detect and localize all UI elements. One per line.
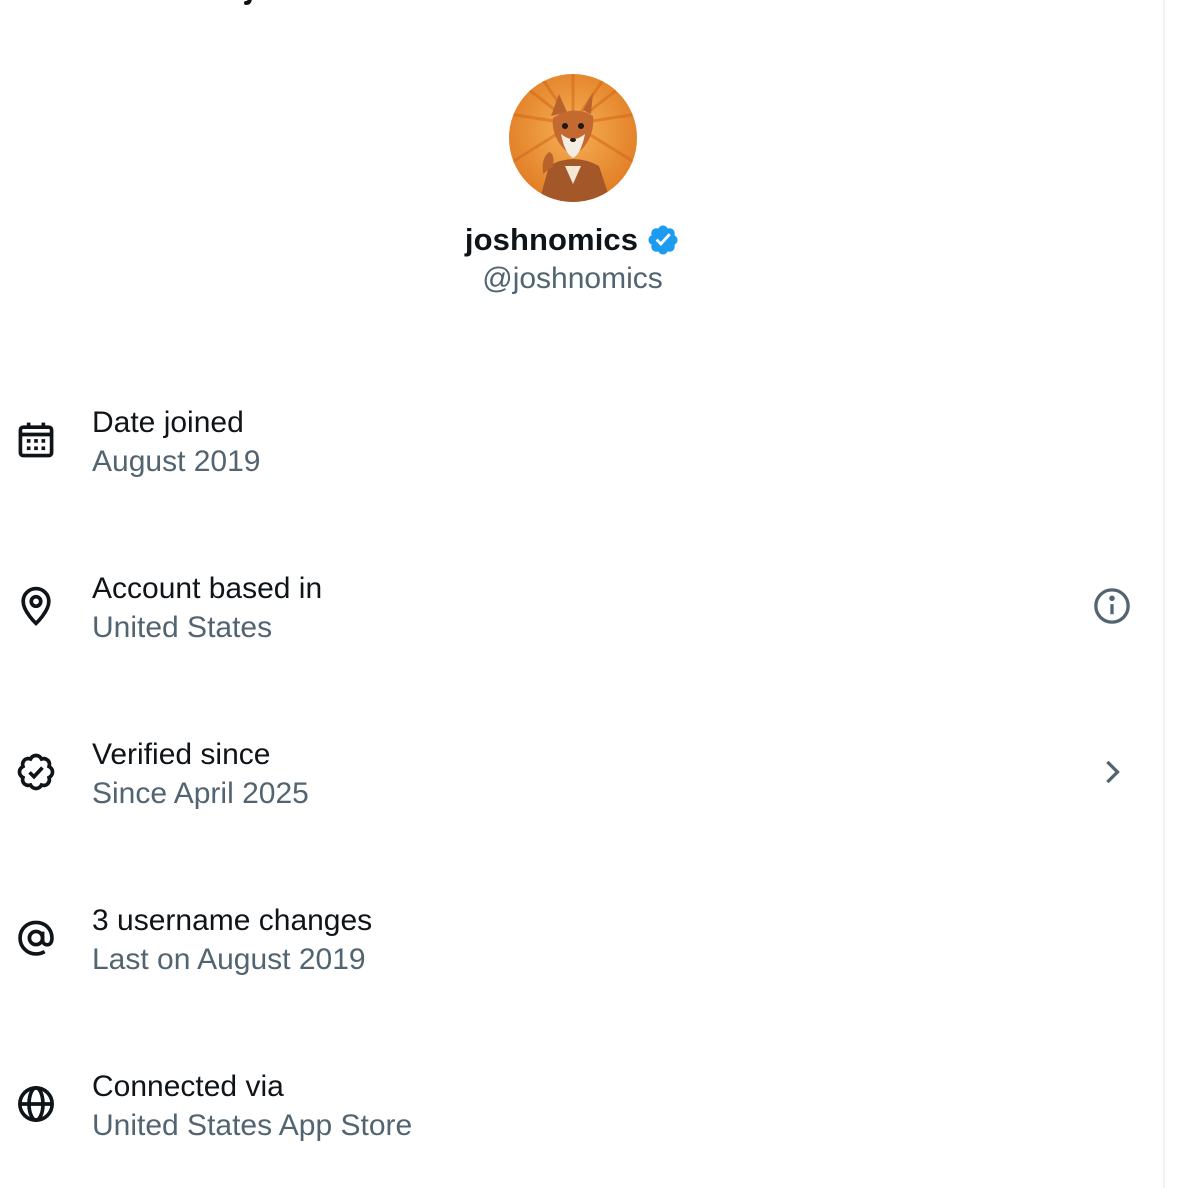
location-pin-icon [14,584,58,628]
row-value: Since April 2025 [92,777,309,810]
info-icon[interactable] [1090,584,1134,628]
list-item-connected-via: Connected via United States App Store [0,1052,1160,1188]
at-sign-icon [14,916,58,960]
row-value: United States [92,611,273,644]
row-label: 3 username changes [92,904,373,937]
row-label: Date joined [92,406,244,439]
header-title-fragment [244,0,270,6]
row-value: August 2019 [92,445,261,478]
row-label: Verified since [92,738,271,771]
row-value: Last on August 2019 [92,943,366,976]
display-name: joshnomics [464,222,639,257]
about-account-page: joshnomics @joshnomics Date joined Augus… [0,0,1200,1188]
list-item-username-changes: 3 username changes Last on August 2019 [0,886,1160,1052]
avatar[interactable] [508,74,637,202]
row-label: Connected via [92,1070,284,1103]
verified-badge-outline-icon [14,750,58,794]
account-info-list: Date joined August 2019 Account based in… [0,388,1160,1188]
globe-icon [14,1082,58,1126]
profile-header: joshnomics @joshnomics [0,74,1145,296]
name-row: joshnomics [0,220,1145,260]
verified-badge-icon [646,223,680,257]
handle: @joshnomics [482,262,663,295]
column-divider [1163,0,1165,1188]
chevron-right-icon[interactable] [1090,750,1134,794]
row-value: United States App Store [92,1109,413,1142]
calendar-icon [14,418,58,462]
list-item-date-joined: Date joined August 2019 [0,388,1160,554]
list-item-account-based-in: Account based in United States [0,554,1160,720]
list-item-verified-since[interactable]: Verified since Since April 2025 [0,720,1160,886]
row-label: Account based in [92,572,323,605]
